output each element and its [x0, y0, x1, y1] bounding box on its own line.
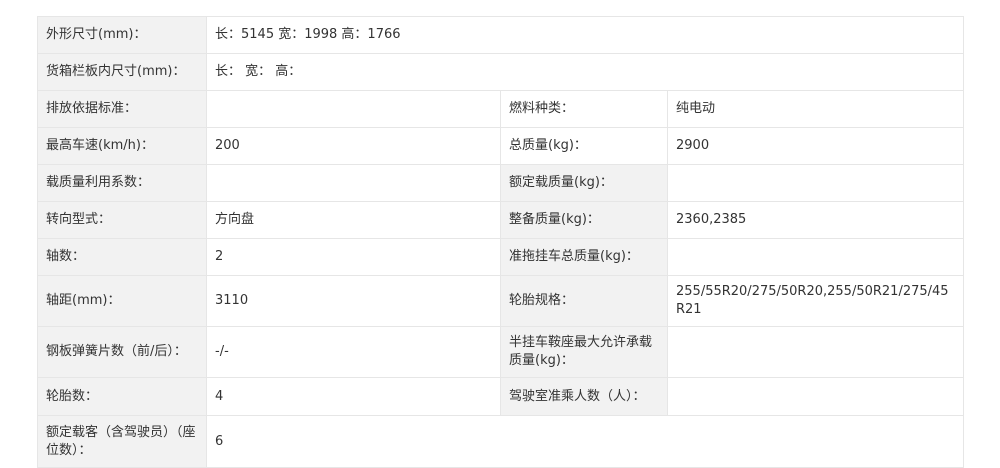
spec-label: 驾驶室准乘人数（人）：	[500, 377, 668, 416]
spec-label: 额定载客（含驾驶员）（座位数）：	[37, 415, 207, 468]
table-row: 轴数： 2 准拖挂车总质量(kg)：	[37, 238, 965, 276]
spec-label: 准拖挂车总质量(kg)：	[500, 238, 668, 276]
spec-value: 3110	[206, 275, 501, 327]
spec-value: 2	[206, 238, 501, 276]
spec-label: 轮胎规格：	[500, 275, 668, 327]
spec-value: 纯电动	[666, 90, 965, 128]
vehicle-spec-section: 外形尺寸(mm)： 长：5145 宽：1998 高：1766 货箱栏板内尺寸(m…	[37, 16, 965, 468]
spec-label: 轴距(mm)：	[37, 275, 207, 327]
spec-value: 4	[206, 377, 501, 416]
spec-value	[206, 90, 501, 128]
spec-value: -/-	[206, 326, 501, 378]
spec-label: 整备质量(kg)：	[500, 201, 668, 239]
spec-value: 2360,2385	[666, 201, 965, 239]
spec-value: 2900	[666, 127, 965, 165]
spec-label: 货箱栏板内尺寸(mm)：	[37, 53, 207, 91]
table-row: 钢板弹簧片数（前/后）： -/- 半挂车鞍座最大允许承载质量(kg)：	[37, 326, 965, 378]
spec-value	[666, 164, 965, 202]
spec-label: 转向型式：	[37, 201, 207, 239]
table-row: 排放依据标准： 燃料种类： 纯电动	[37, 90, 965, 128]
table-row: 最高车速(km/h)： 200 总质量(kg)： 2900	[37, 127, 965, 165]
table-row: 轮胎数： 4 驾驶室准乘人数（人）：	[37, 377, 965, 416]
spec-label: 总质量(kg)：	[500, 127, 668, 165]
table-row: 外形尺寸(mm)： 长：5145 宽：1998 高：1766	[37, 16, 965, 54]
spec-label: 轴数：	[37, 238, 207, 276]
vehicle-spec-table: 外形尺寸(mm)： 长：5145 宽：1998 高：1766 货箱栏板内尺寸(m…	[37, 16, 965, 468]
spec-value	[666, 238, 965, 276]
spec-label: 最高车速(km/h)：	[37, 127, 207, 165]
table-row: 载质量利用系数： 额定载质量(kg)：	[37, 164, 965, 202]
spec-label: 半挂车鞍座最大允许承载质量(kg)：	[500, 326, 668, 378]
spec-label: 排放依据标准：	[37, 90, 207, 128]
spec-value: 长：5145 宽：1998 高：1766	[205, 16, 965, 54]
spec-label: 轮胎数：	[37, 377, 207, 416]
spec-label: 载质量利用系数：	[37, 164, 207, 202]
spec-value: 255/55R20/275/50R20,255/50R21/275/45R21	[666, 275, 965, 327]
table-row: 货箱栏板内尺寸(mm)： 长： 宽： 高：	[37, 53, 965, 91]
spec-label: 燃料种类：	[500, 90, 668, 128]
spec-value	[206, 164, 501, 202]
spec-label: 外形尺寸(mm)：	[37, 16, 207, 54]
spec-value	[666, 377, 965, 416]
table-row: 额定载客（含驾驶员）（座位数）： 6	[37, 415, 965, 468]
table-row: 转向型式： 方向盘 整备质量(kg)： 2360,2385	[37, 201, 965, 239]
spec-value: 6	[205, 415, 965, 468]
spec-value	[666, 326, 965, 378]
spec-value: 长： 宽： 高：	[205, 53, 965, 91]
spec-value: 200	[206, 127, 501, 165]
spec-label: 额定载质量(kg)：	[500, 164, 668, 202]
table-row: 轴距(mm)： 3110 轮胎规格： 255/55R20/275/50R20,2…	[37, 275, 965, 327]
spec-label: 钢板弹簧片数（前/后）：	[37, 326, 207, 378]
spec-value: 方向盘	[206, 201, 501, 239]
